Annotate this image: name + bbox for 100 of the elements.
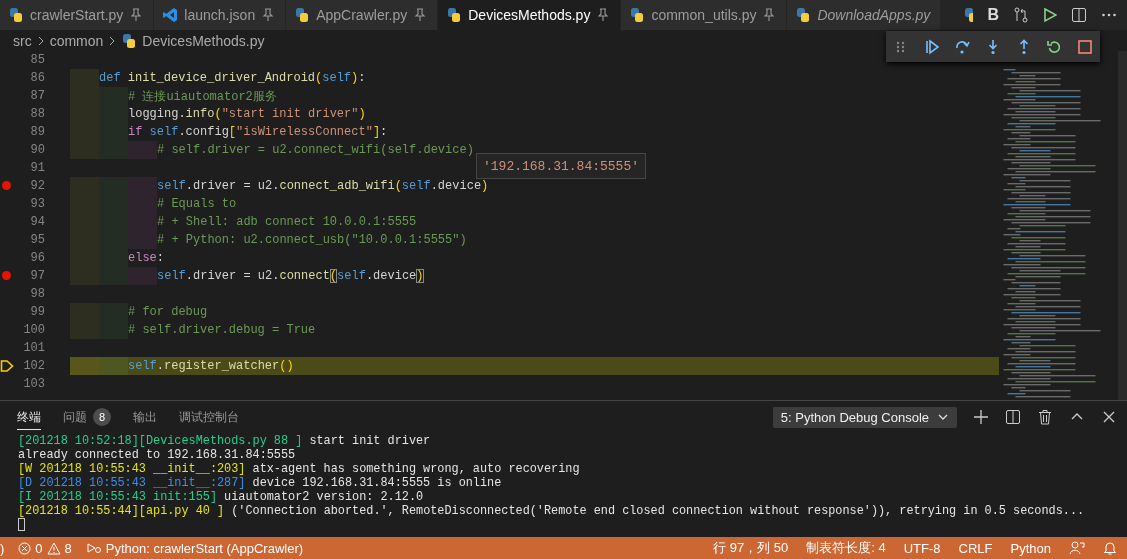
panel-tab[interactable]: 终端 (17, 404, 41, 430)
pin-icon[interactable] (413, 8, 428, 22)
breadcrumb-item[interactable]: DevicesMethods.py (142, 32, 265, 49)
python-file-icon (294, 7, 311, 23)
line-number: 93 (29, 197, 45, 211)
close-icon[interactable] (1101, 409, 1117, 425)
python-file-icon (121, 32, 138, 49)
b-button[interactable]: B (987, 6, 999, 24)
editor-tab[interactable]: crawlerStart.py (0, 0, 155, 30)
editor-tab[interactable]: launch.json (154, 0, 287, 30)
pin-icon[interactable] (129, 8, 144, 22)
line-number: 100 (22, 323, 45, 337)
code-text: self.register_watcher() (128, 359, 294, 373)
editor-tab[interactable]: AppCrawler.py (286, 0, 439, 30)
python-file-icon (629, 7, 646, 23)
code-text: # for debug (128, 305, 208, 319)
python-file-icon (8, 7, 24, 23)
code-text: self.driver = u2.connect(self.device) (157, 269, 424, 283)
line-number: 96 (29, 251, 45, 265)
pin-icon[interactable] (596, 8, 611, 22)
line-number: 99 (29, 305, 45, 319)
trash-icon[interactable] (1037, 409, 1053, 425)
indent-guide (99, 357, 128, 375)
bell-icon[interactable] (1103, 540, 1117, 556)
editor-tab[interactable]: DevicesMethods.py (438, 0, 622, 30)
panel-tab[interactable]: 输出 (133, 404, 157, 430)
line-number: 103 (22, 377, 45, 391)
chevron-right-icon (36, 35, 45, 46)
compare-changes-icon[interactable] (1013, 7, 1029, 23)
status-item[interactable]: UTF-8 (903, 540, 941, 556)
python-file-icon (795, 7, 812, 23)
editor-tab[interactable]: DownloadApps.py (787, 0, 942, 30)
remote-indicator[interactable]: ) (0, 540, 5, 556)
terminal-line: already connected to 192.168.31.84:5555 (18, 448, 297, 462)
error-icon (18, 541, 32, 555)
line-number: 88 (29, 107, 45, 121)
code-text: # + Shell: adb connect 10.0.0.1:5555 (157, 215, 417, 229)
terminal-line: [W 201218 10:55:43 __init__:203] atx-agent has something wrong, auto recovering (18, 462, 581, 476)
add-icon[interactable] (973, 409, 989, 425)
code-text: else: (128, 251, 164, 265)
panel-tab[interactable]: 调试控制台 (179, 404, 239, 430)
line-number: 94 (29, 215, 45, 229)
line-number: 90 (29, 143, 45, 157)
line-number: 89 (29, 125, 45, 139)
split-editor-icon[interactable] (1071, 7, 1087, 23)
line-number: 85 (29, 53, 45, 67)
restart-icon[interactable] (1046, 38, 1063, 55)
code-text: logging.info("start init driver") (128, 107, 366, 121)
feedback-icon[interactable] (1069, 540, 1085, 556)
line-number: 87 (29, 89, 45, 103)
status-item[interactable]: 行 97，列 50 (713, 539, 789, 557)
problems-status[interactable]: 0 8 (18, 540, 72, 556)
status-item[interactable]: CRLF (958, 540, 993, 556)
code-text: # Equals to (157, 197, 237, 211)
terminal-line: [201218 10:55:44][api.py 40 ] ('Connection aborted.', RemoteDisconnected('Remote end closed connection without response')), retrying in 0.5 seconds... (18, 504, 1086, 518)
terminal-line: [I 201218 10:55:43 init:155] uiautomator2 version: 2.12.0 (18, 490, 425, 504)
panel-tab[interactable]: 问题 8 (63, 404, 111, 430)
editor-tab[interactable]: common_utils.py (621, 0, 788, 30)
line-number: 91 (29, 161, 45, 175)
terminal-cursor (18, 518, 25, 531)
code-text: def init_device_driver_Android(self): (99, 71, 366, 85)
debug-target[interactable]: Python: crawlerStart (AppCrawler) (85, 540, 304, 556)
hover-tooltip: '192.168.31.84:5555' (476, 153, 647, 179)
line-number: 98 (29, 287, 45, 301)
line-number: 102 (22, 359, 45, 373)
pin-icon[interactable] (261, 8, 276, 22)
run-icon[interactable] (1043, 7, 1057, 23)
code-text: # + Python: u2.connect_usb("10.0.0.1:5555") (157, 233, 467, 247)
breakpoint-dot[interactable] (2, 181, 11, 190)
code-text: # self.driver.debug = True (128, 323, 316, 337)
breadcrumb-item[interactable]: src (13, 32, 32, 49)
code-text: if self.config["isWirelessConnect"]: (128, 125, 388, 139)
debug-icon (85, 541, 102, 555)
python-file-icon (446, 7, 463, 23)
terminal-line: [201218 10:52:18][DevicesMethods.py 88 ] start init driver (18, 434, 432, 448)
line-number: 86 (29, 71, 45, 85)
line-number: 92 (29, 179, 45, 193)
python-file-icon (963, 7, 974, 23)
code-text: self.driver = u2.connect_adb_wifi(self.device) (157, 179, 489, 193)
code-text: # 连接uiautomator2服务 (128, 88, 277, 105)
terminal-dropdown[interactable]: 5: Python Debug Console (772, 406, 957, 428)
terminal-line: [D 201218 10:55:43 __init__:287] device 192.168.31.84:5555 is online (18, 476, 503, 490)
indent-guide (70, 357, 99, 375)
warning-icon (46, 541, 61, 555)
count-badge: 8 (93, 408, 111, 426)
line-number: 95 (29, 233, 45, 247)
code-text: # self.driver = u2.connect_wifi(self.device) (157, 143, 474, 157)
status-item[interactable]: Python (1010, 540, 1051, 556)
breakpoint-dot[interactable] (2, 271, 11, 280)
split-terminal-icon[interactable] (1005, 409, 1021, 425)
step-over-icon[interactable] (954, 38, 971, 55)
stop-icon[interactable] (1076, 38, 1093, 55)
scrollbar[interactable] (1118, 51, 1127, 400)
chevron-right-icon (108, 35, 117, 46)
line-number: 101 (22, 341, 45, 355)
continue-icon[interactable] (923, 38, 940, 55)
breadcrumb-item[interactable]: common (49, 32, 104, 49)
line-number: 97 (29, 269, 45, 283)
pin-icon[interactable] (762, 8, 777, 22)
status-item[interactable]: 制表符长度: 4 (806, 539, 886, 557)
